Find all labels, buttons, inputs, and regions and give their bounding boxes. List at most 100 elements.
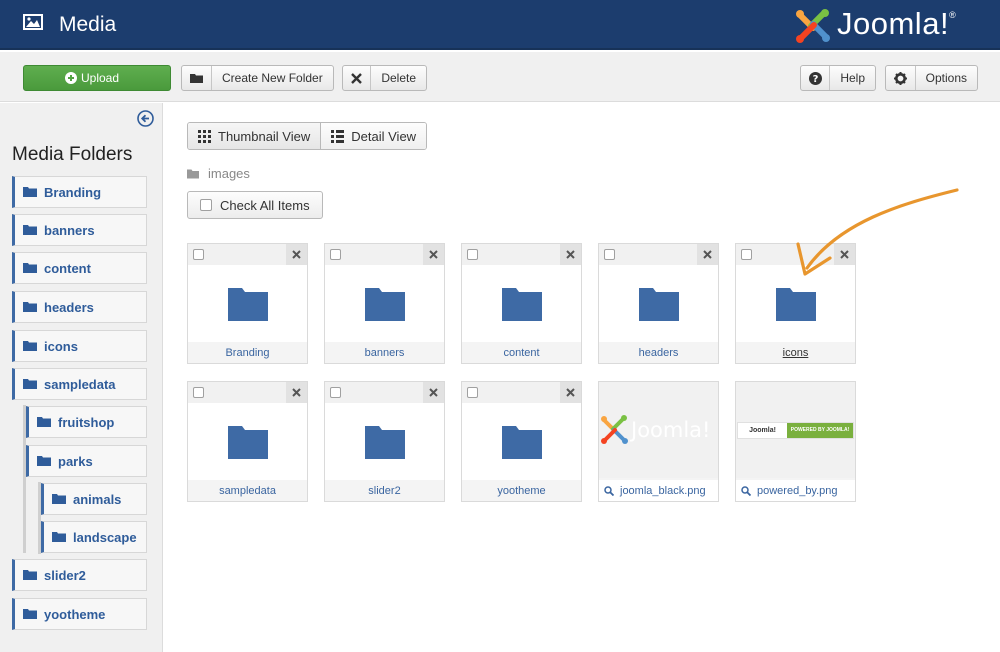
folder-icon xyxy=(227,425,268,459)
item-checkbox[interactable] xyxy=(467,387,478,398)
item-name-text: content xyxy=(503,346,540,359)
item-name[interactable]: yootheme xyxy=(462,480,581,501)
folder-thumbnail-banners[interactable]: banners xyxy=(324,243,445,364)
thumbnail-body xyxy=(325,265,444,343)
sidebar-title: Media Folders xyxy=(12,144,133,165)
sidebar-folder-animals[interactable]: animals xyxy=(41,483,147,515)
item-name-text: slider2 xyxy=(368,484,401,497)
delete-item-icon[interactable] xyxy=(286,382,307,403)
folder-icon xyxy=(37,456,51,466)
folder-thumbnail-branding[interactable]: Branding xyxy=(187,243,308,364)
item-name-text: yootheme xyxy=(497,484,546,497)
help-button[interactable]: ? Help xyxy=(800,65,876,91)
item-name[interactable]: banners xyxy=(325,342,444,363)
sidebar-folder-icons[interactable]: icons xyxy=(12,330,147,362)
sidebar-folder-label: slider2 xyxy=(44,567,86,583)
breadcrumb-path[interactable]: images xyxy=(208,166,250,181)
sidebar-folder-sampledata[interactable]: sampledata xyxy=(12,368,147,400)
folder-icon xyxy=(23,570,37,580)
folder-icon xyxy=(638,287,679,321)
checkbox[interactable] xyxy=(200,199,212,211)
item-checkbox[interactable] xyxy=(330,249,341,260)
sidebar-folder-label: animals xyxy=(73,491,122,507)
question-circle-icon: ? xyxy=(801,66,831,90)
folder-icon xyxy=(52,532,66,542)
item-checkbox[interactable] xyxy=(467,249,478,260)
joomla-logo-image: Joomla! xyxy=(601,415,710,444)
thumbnail-view-button[interactable]: Thumbnail View xyxy=(188,123,321,149)
folder-thumbnail-yootheme[interactable]: yootheme xyxy=(461,381,582,502)
plus-circle-icon xyxy=(64,72,77,84)
upload-button[interactable]: Upload xyxy=(23,65,171,91)
item-checkbox[interactable] xyxy=(193,387,204,398)
sidebar-folder-slider2[interactable]: slider2 xyxy=(12,559,147,591)
options-button[interactable]: Options xyxy=(885,65,978,91)
item-checkbox[interactable] xyxy=(604,249,615,260)
folder-thumbnail-headers[interactable]: headers xyxy=(598,243,719,364)
sidebar-folder-label: Branding xyxy=(44,184,102,200)
image-preview[interactable]: Joomla! xyxy=(599,382,718,478)
delete-label: Delete xyxy=(381,71,416,85)
help-label: Help xyxy=(840,71,865,85)
folder-icon xyxy=(227,287,268,321)
thumbnail-body xyxy=(462,403,581,481)
check-all-label: Check All Items xyxy=(220,197,310,213)
folder-thumbnail-slider2[interactable]: slider2 xyxy=(324,381,445,502)
sidebar-folder-yootheme[interactable]: yootheme xyxy=(12,598,147,630)
folder-open-icon xyxy=(182,66,212,90)
image-thumbnail-powered-by[interactable]: Joomla! POWERED BY JOOMLA! powered_by.pn… xyxy=(735,381,856,502)
create-new-folder-button[interactable]: Create New Folder xyxy=(181,65,334,91)
sidebar-folder-content[interactable]: content xyxy=(12,252,147,284)
svg-text:?: ? xyxy=(812,74,818,85)
folder-thumbnail-sampledata[interactable]: sampledata xyxy=(187,381,308,502)
item-name[interactable]: Branding xyxy=(188,342,307,363)
close-icon xyxy=(343,66,372,90)
delete-button[interactable]: Delete xyxy=(342,65,427,91)
arrow-left-circle-icon[interactable] xyxy=(137,110,154,127)
delete-item-icon[interactable] xyxy=(286,244,307,265)
folder-icon xyxy=(364,425,405,459)
sidebar-folder-banners[interactable]: banners xyxy=(12,214,147,246)
item-checkbox[interactable] xyxy=(330,387,341,398)
check-all-button[interactable]: Check All Items xyxy=(187,191,323,219)
image-preview[interactable]: Joomla! POWERED BY JOOMLA! xyxy=(736,382,855,478)
delete-item-icon[interactable] xyxy=(560,382,581,403)
folder-thumbnail-content[interactable]: content xyxy=(461,243,582,364)
folder-icon xyxy=(364,287,405,321)
item-name-text: powered_by.png xyxy=(757,484,838,497)
item-name[interactable]: joomla_black.png xyxy=(599,480,718,501)
thumbnail-body xyxy=(599,265,718,343)
annotation-arrow-icon xyxy=(796,188,959,276)
powered-by-image: Joomla! POWERED BY JOOMLA! xyxy=(737,421,854,439)
sidebar-folder-label: yootheme xyxy=(44,606,106,622)
image-thumbnail-joomla-black[interactable]: Joomla! joomla_black.png xyxy=(598,381,719,502)
item-name[interactable]: icons xyxy=(736,342,855,363)
delete-item-icon[interactable] xyxy=(697,244,718,265)
sidebar-folder-branding[interactable]: Branding xyxy=(12,176,147,208)
item-name-text: banners xyxy=(364,346,405,359)
item-name[interactable]: powered_by.png xyxy=(736,480,855,501)
sidebar-folder-label: icons xyxy=(44,338,78,354)
sidebar-folder-landscape[interactable]: landscape xyxy=(41,521,147,553)
item-checkbox[interactable] xyxy=(193,249,204,260)
item-checkbox[interactable] xyxy=(741,249,752,260)
thumbnail-view-label: Thumbnail View xyxy=(218,128,311,144)
item-name[interactable]: content xyxy=(462,342,581,363)
folder-icon xyxy=(37,417,51,427)
delete-item-icon[interactable] xyxy=(560,244,581,265)
sidebar-folder-headers[interactable]: headers xyxy=(12,291,147,323)
item-name-text: sampledata xyxy=(219,484,276,497)
folder-icon xyxy=(23,379,37,389)
folder-icon xyxy=(52,494,66,504)
delete-item-icon[interactable] xyxy=(423,244,444,265)
sidebar-folder-parks[interactable]: parks xyxy=(26,445,147,477)
sidebar-folder-label: content xyxy=(44,260,91,276)
item-name[interactable]: headers xyxy=(599,342,718,363)
folder-icon xyxy=(501,287,542,321)
detail-view-button[interactable]: Detail View xyxy=(320,123,427,149)
delete-item-icon[interactable] xyxy=(423,382,444,403)
item-name[interactable]: sampledata xyxy=(188,480,307,501)
search-icon xyxy=(741,485,751,496)
sidebar-folder-fruitshop[interactable]: fruitshop xyxy=(26,406,147,438)
item-name[interactable]: slider2 xyxy=(325,480,444,501)
